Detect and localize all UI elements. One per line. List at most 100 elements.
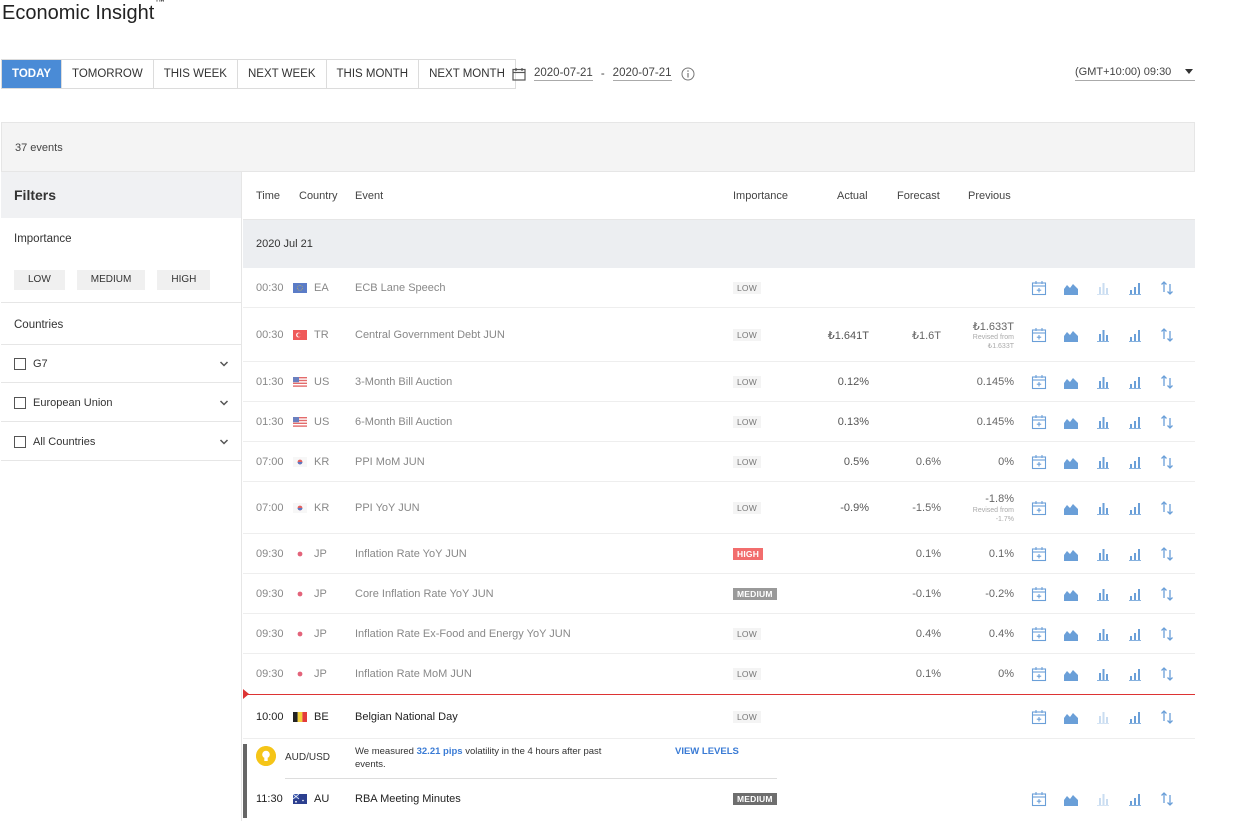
view-levels-link[interactable]: VIEW LEVELS xyxy=(675,746,739,757)
country-group-all[interactable]: All Countries xyxy=(1,423,242,461)
tab-tomorrow[interactable]: TOMORROW xyxy=(62,60,154,88)
col-country[interactable]: Country xyxy=(299,190,338,202)
add-to-calendar-icon[interactable] xyxy=(1031,374,1047,390)
event-name[interactable]: Inflation Rate Ex-Food and Energy YoY JU… xyxy=(355,628,571,640)
sort-arrows-icon[interactable] xyxy=(1159,280,1175,296)
sort-arrows-icon[interactable] xyxy=(1159,414,1175,430)
bar-chart-icon[interactable] xyxy=(1095,414,1111,430)
all-countries-checkbox[interactable] xyxy=(14,435,26,448)
event-name[interactable]: 3-Month Bill Auction xyxy=(355,376,452,388)
timezone-select[interactable]: (GMT+10:00) 09:30 xyxy=(1075,66,1195,81)
column-chart-icon[interactable] xyxy=(1127,374,1143,390)
eu-checkbox[interactable] xyxy=(14,396,26,409)
add-to-calendar-icon[interactable] xyxy=(1031,709,1047,725)
chevron-down-icon[interactable] xyxy=(219,437,229,447)
add-to-calendar-icon[interactable] xyxy=(1031,454,1047,470)
area-chart-icon[interactable] xyxy=(1063,327,1079,343)
area-chart-icon[interactable] xyxy=(1063,709,1079,725)
area-chart-icon[interactable] xyxy=(1063,374,1079,390)
table-row[interactable]: 10:00 BE Belgian National Day LOW xyxy=(243,695,1195,739)
chevron-down-icon[interactable] xyxy=(219,398,229,408)
importance-low-button[interactable]: LOW xyxy=(14,270,65,290)
table-row[interactable]: 07:00 KR PPI MoM JUN LOW 0.5% 0.6% 0% xyxy=(243,442,1195,482)
col-actual[interactable]: Actual xyxy=(837,190,868,202)
table-row[interactable]: 09:30 JP Inflation Rate Ex-Food and Ener… xyxy=(243,614,1195,654)
table-row[interactable]: 09:30 JP Core Inflation Rate YoY JUN MED… xyxy=(243,574,1195,614)
event-name[interactable]: ECB Lane Speech xyxy=(355,282,446,294)
bar-chart-icon[interactable] xyxy=(1095,626,1111,642)
sort-arrows-icon[interactable] xyxy=(1159,626,1175,642)
event-name[interactable]: Core Inflation Rate YoY JUN xyxy=(355,588,494,600)
importance-high-button[interactable]: HIGH xyxy=(157,270,211,290)
add-to-calendar-icon[interactable] xyxy=(1031,327,1047,343)
country-group-eu[interactable]: European Union xyxy=(1,384,242,422)
tab-next-month[interactable]: NEXT MONTH xyxy=(419,60,515,88)
column-chart-icon[interactable] xyxy=(1127,280,1143,296)
add-to-calendar-icon[interactable] xyxy=(1031,586,1047,602)
col-event[interactable]: Event xyxy=(355,190,383,202)
tab-this-week[interactable]: THIS WEEK xyxy=(153,60,238,88)
column-chart-icon[interactable] xyxy=(1127,327,1143,343)
table-row[interactable]: 00:30 TR Central Government Debt JUN LOW… xyxy=(243,308,1195,362)
sort-arrows-icon[interactable] xyxy=(1159,500,1175,516)
col-importance[interactable]: Importance xyxy=(733,190,788,202)
column-chart-icon[interactable] xyxy=(1127,666,1143,682)
area-chart-icon[interactable] xyxy=(1063,546,1079,562)
add-to-calendar-icon[interactable] xyxy=(1031,280,1047,296)
area-chart-icon[interactable] xyxy=(1063,666,1079,682)
chevron-down-icon[interactable] xyxy=(219,359,229,369)
bar-chart-icon[interactable] xyxy=(1095,709,1111,725)
add-to-calendar-icon[interactable] xyxy=(1031,500,1047,516)
date-to-input[interactable]: 2020-07-21 xyxy=(612,67,672,81)
area-chart-icon[interactable] xyxy=(1063,454,1079,470)
sort-arrows-icon[interactable] xyxy=(1159,546,1175,562)
sort-arrows-icon[interactable] xyxy=(1159,327,1175,343)
event-name[interactable]: PPI YoY JUN xyxy=(355,502,420,514)
table-row[interactable]: 00:30 EA ECB Lane Speech LOW xyxy=(243,268,1195,308)
table-row[interactable]: 09:30 JP Inflation Rate MoM JUN LOW 0.1%… xyxy=(243,654,1195,694)
col-time[interactable]: Time xyxy=(256,190,280,202)
col-forecast[interactable]: Forecast xyxy=(897,190,940,202)
event-name[interactable]: 6-Month Bill Auction xyxy=(355,416,452,428)
sort-arrows-icon[interactable] xyxy=(1159,374,1175,390)
date-from-input[interactable]: 2020-07-21 xyxy=(534,67,593,81)
bar-chart-icon[interactable] xyxy=(1095,374,1111,390)
event-name[interactable]: Central Government Debt JUN xyxy=(355,329,505,341)
area-chart-icon[interactable] xyxy=(1063,414,1079,430)
tab-next-week[interactable]: NEXT WEEK xyxy=(237,60,327,88)
bar-chart-icon[interactable] xyxy=(1095,666,1111,682)
table-row[interactable]: 07:00 KR PPI YoY JUN LOW -0.9% -1.5% -1.… xyxy=(243,482,1195,534)
bar-chart-icon[interactable] xyxy=(1095,546,1111,562)
sort-arrows-icon[interactable] xyxy=(1159,454,1175,470)
column-chart-icon[interactable] xyxy=(1127,626,1143,642)
add-to-calendar-icon[interactable] xyxy=(1031,666,1047,682)
bar-chart-icon[interactable] xyxy=(1095,586,1111,602)
column-chart-icon[interactable] xyxy=(1127,586,1143,602)
table-row[interactable]: 09:30 JP Inflation Rate YoY JUN HIGH 0.1… xyxy=(243,534,1195,574)
bar-chart-icon[interactable] xyxy=(1095,454,1111,470)
area-chart-icon[interactable] xyxy=(1063,500,1079,516)
table-row[interactable]: 01:30 US 6-Month Bill Auction LOW 0.13% … xyxy=(243,402,1195,442)
column-chart-icon[interactable] xyxy=(1127,454,1143,470)
sort-arrows-icon[interactable] xyxy=(1159,666,1175,682)
country-group-g7[interactable]: G7 xyxy=(1,345,242,383)
column-chart-icon[interactable] xyxy=(1127,414,1143,430)
area-chart-icon[interactable] xyxy=(1063,280,1079,296)
tab-today[interactable]: TODAY xyxy=(2,60,62,88)
tab-this-month[interactable]: THIS MONTH xyxy=(326,60,420,88)
table-row[interactable]: 01:30 US 3-Month Bill Auction LOW 0.12% … xyxy=(243,362,1195,402)
event-name[interactable]: PPI MoM JUN xyxy=(355,456,425,468)
col-previous[interactable]: Previous xyxy=(968,190,1011,202)
calendar-icon[interactable] xyxy=(512,67,526,81)
area-chart-icon[interactable] xyxy=(1063,586,1079,602)
add-to-calendar-icon[interactable] xyxy=(1031,546,1047,562)
event-name[interactable]: Inflation Rate YoY JUN xyxy=(355,548,467,560)
info-icon[interactable] xyxy=(681,67,695,81)
column-chart-icon[interactable] xyxy=(1127,500,1143,516)
sort-arrows-icon[interactable] xyxy=(1159,709,1175,725)
bar-chart-icon[interactable] xyxy=(1095,500,1111,516)
add-to-calendar-icon[interactable] xyxy=(1031,414,1047,430)
g7-checkbox[interactable] xyxy=(14,357,26,370)
importance-medium-button[interactable]: MEDIUM xyxy=(76,270,146,290)
event-name[interactable]: Belgian National Day xyxy=(355,711,458,723)
